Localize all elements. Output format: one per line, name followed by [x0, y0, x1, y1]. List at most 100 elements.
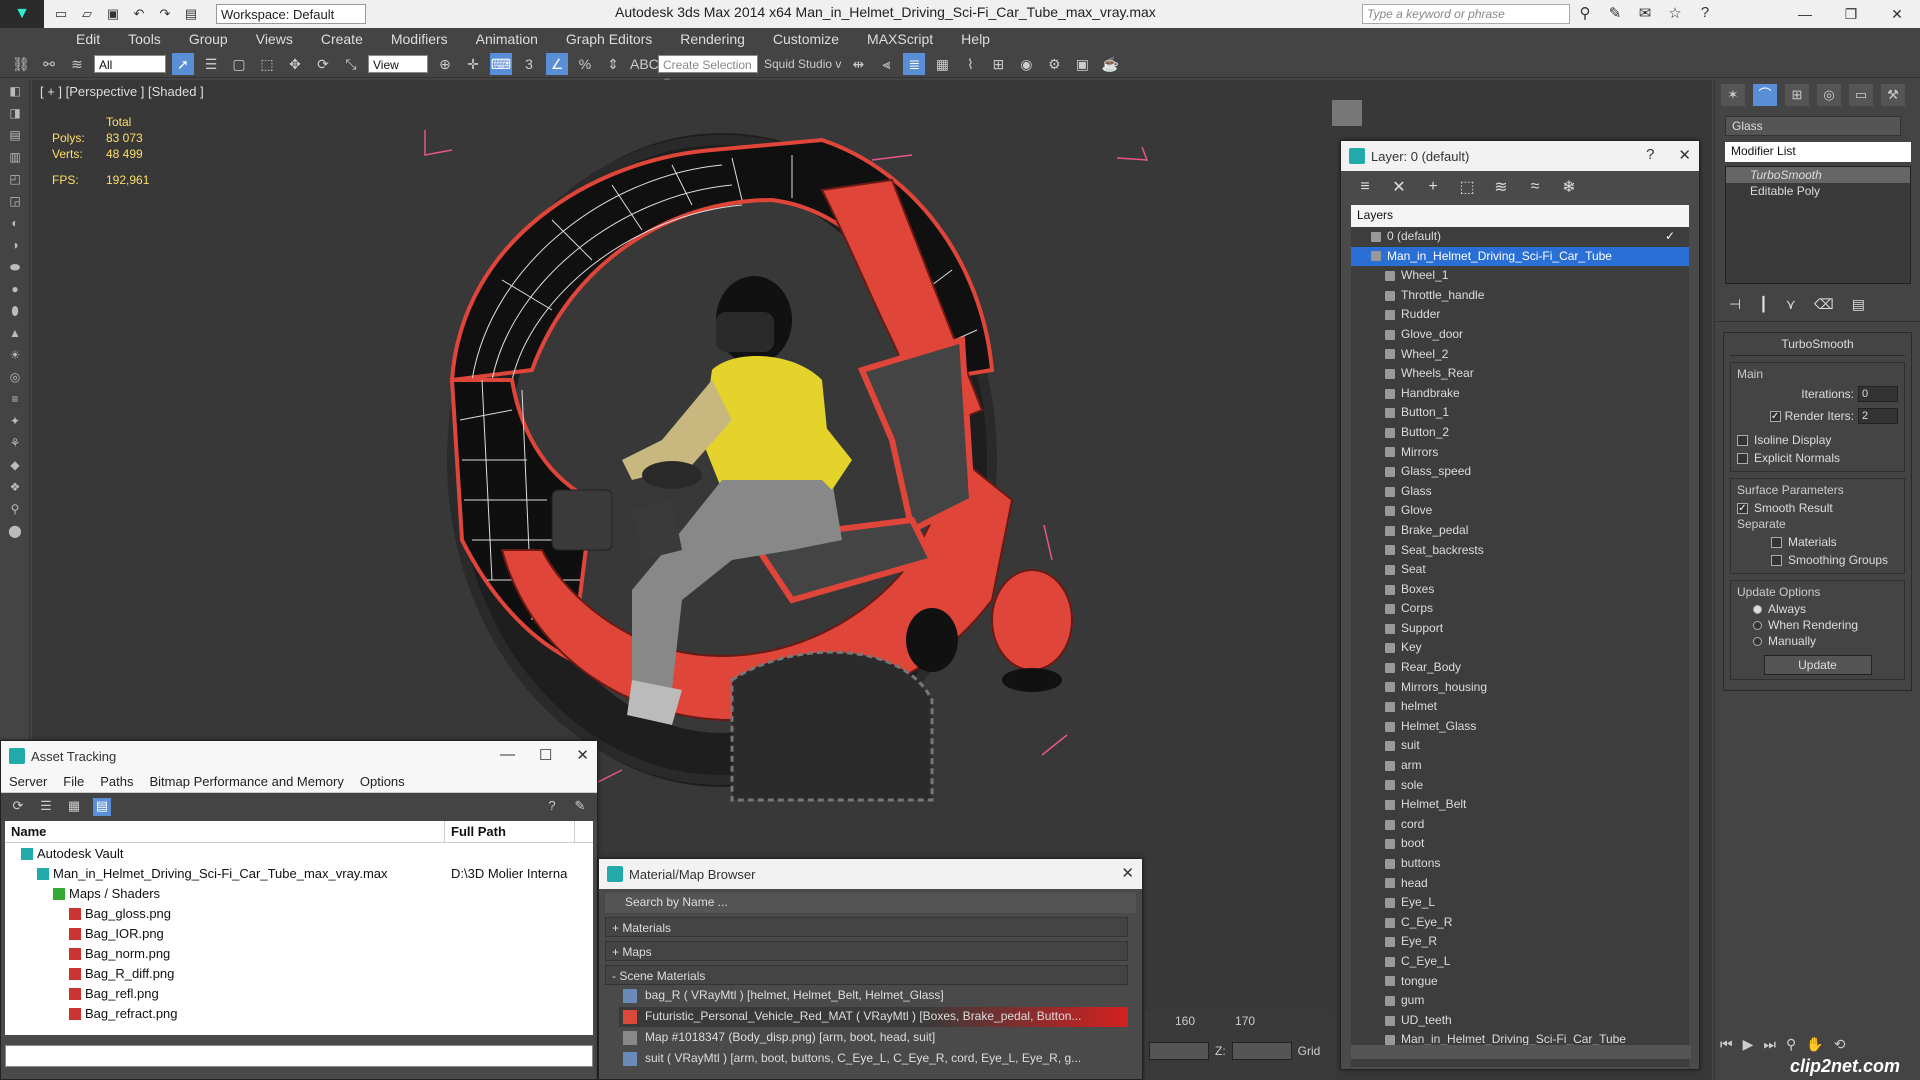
maximize-icon[interactable]: ☐ [539, 746, 552, 764]
layer-row[interactable]: Helmet_Glass [1351, 717, 1689, 737]
tool-icon[interactable]: ◑ [0, 234, 30, 256]
create-tab-icon[interactable]: ✶ [1721, 84, 1745, 106]
layer-row[interactable]: gum [1351, 991, 1689, 1011]
layer-row[interactable]: Corps [1351, 599, 1689, 619]
move-icon[interactable]: ✥ [284, 53, 306, 75]
asset-tracking-titlebar[interactable]: Asset Tracking — ☐ ✕ [1, 741, 597, 771]
asset-row[interactable]: Bag_refl.png [5, 983, 593, 1003]
help-icon[interactable]: ? [1646, 146, 1654, 164]
studio-label[interactable]: Squid Studio v [764, 57, 841, 71]
menu-animation[interactable]: Animation [462, 31, 552, 47]
layer-row[interactable]: Wheels_Rear [1351, 364, 1689, 384]
thumbnail-view-icon[interactable]: ▦ [65, 798, 83, 816]
tool-icon[interactable]: ● [0, 278, 30, 300]
undo-icon[interactable]: ↶ [130, 5, 148, 23]
binoculars-icon[interactable]: ⚲ [1575, 4, 1595, 24]
menu-graph-editors[interactable]: Graph Editors [552, 31, 666, 47]
remove-modifier-icon[interactable]: ⌫ [1814, 296, 1834, 313]
motion-tab-icon[interactable]: ◎ [1817, 84, 1841, 106]
tool-icon[interactable]: ▲ [0, 322, 30, 344]
layer-row[interactable]: Glass [1351, 482, 1689, 502]
col-path-header[interactable]: Full Path [445, 821, 575, 842]
active-layer-check-icon[interactable]: ✓ [1665, 227, 1675, 247]
asset-row[interactable]: Bag_norm.png [5, 943, 593, 963]
asset-row[interactable]: Bag_IOR.png [5, 923, 593, 943]
asset-menu-options[interactable]: Options [360, 774, 405, 789]
project-folder-icon[interactable]: ▤ [182, 5, 200, 23]
group-materials[interactable]: + Materials [605, 917, 1128, 937]
layer-row[interactable]: Handbrake [1351, 384, 1689, 404]
stack-item-editable-poly[interactable]: Editable Poly [1726, 183, 1910, 199]
align-icon[interactable]: ⫷ [875, 53, 897, 75]
help-icon[interactable]: ? [543, 798, 561, 816]
layer-row[interactable]: Wheel_1 [1351, 266, 1689, 286]
minimize-icon[interactable]: — [500, 746, 515, 764]
layer-row[interactable]: head [1351, 874, 1689, 894]
tool-icon[interactable]: ◆ [0, 454, 30, 476]
scale-icon[interactable]: ⤡ [340, 53, 362, 75]
highlight-layer-icon[interactable]: ≋ [1491, 177, 1511, 197]
hide-layer-icon[interactable]: ≈ [1525, 178, 1545, 196]
layer-row[interactable]: Helmet_Belt [1351, 795, 1689, 815]
select-layer-objects-icon[interactable]: ⬚ [1457, 177, 1477, 197]
close-icon[interactable]: ✕ [576, 746, 589, 764]
communication-icon[interactable]: ✉ [1635, 4, 1655, 24]
menu-maxscript[interactable]: MAXScript [853, 31, 947, 47]
rollout-title[interactable]: TurboSmooth [1730, 337, 1905, 356]
z-coord-field[interactable] [1231, 1042, 1292, 1060]
add-to-layer-icon[interactable]: + [1423, 178, 1443, 196]
scene-material-item[interactable]: bag_R ( VRayMtl ) [helmet, Helmet_Belt, … [619, 986, 1128, 1006]
layer-row[interactable]: Mirrors_housing [1351, 678, 1689, 698]
layer-row[interactable]: Support [1351, 619, 1689, 639]
save-icon[interactable]: ▣ [104, 5, 122, 23]
new-layer-icon[interactable]: ≡ [1355, 178, 1375, 196]
make-unique-icon[interactable]: ⋎ [1786, 296, 1796, 313]
select-manipulate-icon[interactable]: ✛ [462, 53, 484, 75]
menu-customize[interactable]: Customize [759, 31, 853, 47]
tool-icon[interactable]: ⬮ [0, 300, 30, 322]
play-icon[interactable]: ▶ [1743, 1036, 1754, 1074]
table-view-icon[interactable]: ▤ [93, 798, 111, 816]
scene-material-item[interactable]: Map #1018347 (Body_disp.png) [arm, boot,… [619, 1028, 1128, 1048]
close-icon[interactable]: ✕ [1121, 864, 1134, 882]
layer-row[interactable]: Eye_R [1351, 932, 1689, 952]
layer-row[interactable]: C_Eye_R [1351, 913, 1689, 933]
materials-checkbox[interactable] [1771, 536, 1782, 548]
link-icon[interactable]: ⛓ [10, 53, 32, 75]
layer-row[interactable]: buttons [1351, 854, 1689, 874]
asset-menu-paths[interactable]: Paths [100, 774, 133, 789]
render-production-icon[interactable]: ☕ [1099, 53, 1121, 75]
bind-space-warp-icon[interactable]: ≋ [66, 53, 88, 75]
curve-editor-icon[interactable]: ⌇ [959, 53, 981, 75]
col-name-header[interactable]: Name [5, 821, 445, 842]
keyboard-shortcut-icon[interactable]: ⌨ [490, 52, 512, 75]
named-selection-sets-dropdown[interactable]: Create Selection Se [658, 54, 758, 90]
new-file-icon[interactable]: ▭ [52, 5, 70, 23]
layer-row[interactable]: boot [1351, 834, 1689, 854]
edit-named-sets-icon[interactable]: ABC [630, 53, 659, 75]
freeze-layer-icon[interactable]: ❄ [1559, 177, 1579, 197]
layer-row[interactable]: Seat [1351, 560, 1689, 580]
tool-icon[interactable]: ▥ [0, 146, 30, 168]
group-scene-materials[interactable]: - Scene Materials [605, 965, 1128, 985]
modify-tab-icon[interactable]: ⌒ [1753, 84, 1777, 106]
viewcube-icon[interactable] [1332, 100, 1362, 126]
stack-item-turbosmooth[interactable]: TurboSmooth [1726, 167, 1910, 183]
layer-row[interactable]: Rear_Body [1351, 658, 1689, 678]
snaps-toggle-icon[interactable]: 3 [518, 53, 540, 75]
smoothing-groups-checkbox[interactable] [1771, 554, 1782, 566]
layer-row[interactable]: Brake_pedal [1351, 521, 1689, 541]
layer-explorer-titlebar[interactable]: Layer: 0 (default) ? ✕ [1341, 141, 1699, 171]
mirror-icon[interactable]: ⇹ [847, 53, 869, 75]
tool-icon[interactable]: ❖ [0, 476, 30, 498]
layer-row[interactable]: Rudder [1351, 305, 1689, 325]
layer-row[interactable]: C_Eye_L [1351, 952, 1689, 972]
display-tab-icon[interactable]: ▭ [1849, 84, 1873, 106]
angle-snap-icon[interactable]: ∠ [546, 52, 568, 75]
layer-row[interactable]: cord [1351, 815, 1689, 835]
material-browser-titlebar[interactable]: Material/Map Browser ✕ [599, 859, 1142, 889]
layer-row[interactable]: Seat_backrests [1351, 541, 1689, 561]
material-editor-icon[interactable]: ◉ [1015, 53, 1037, 75]
iterations-spinner[interactable]: 0 [1858, 386, 1898, 402]
manually-radio[interactable] [1753, 636, 1762, 646]
